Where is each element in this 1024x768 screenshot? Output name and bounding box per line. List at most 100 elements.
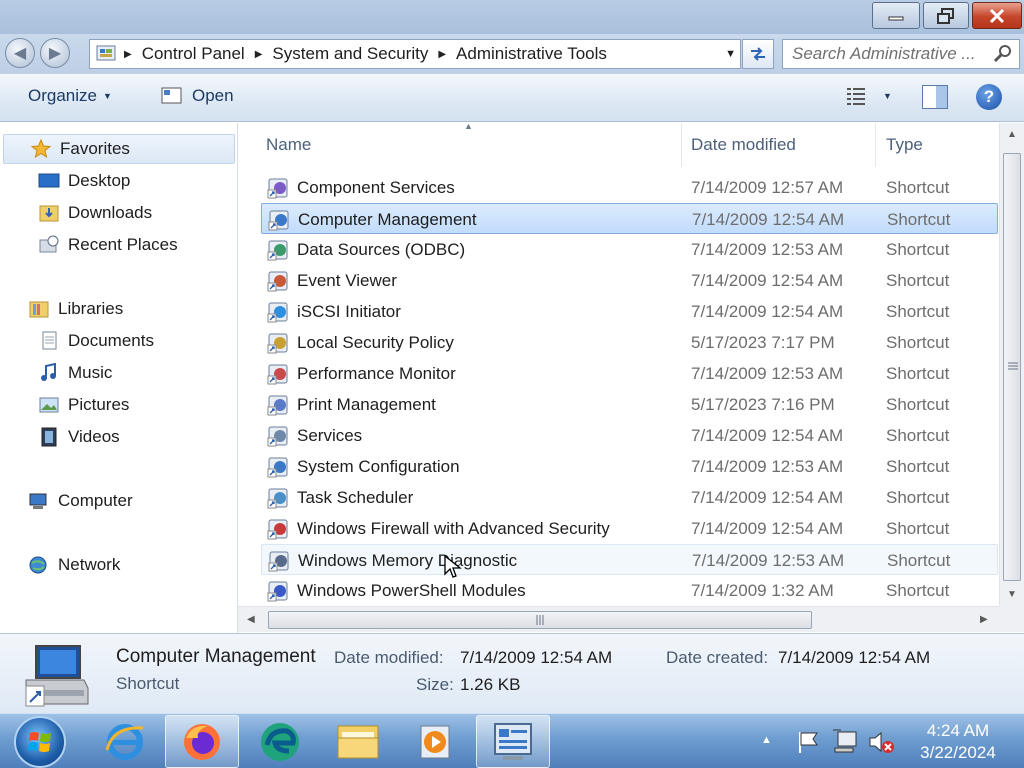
minimize-icon	[888, 16, 904, 20]
horizontal-scroll-thumb[interactable]	[268, 611, 812, 629]
nav-label: Downloads	[68, 203, 153, 222]
horizontal-scrollbar[interactable]: ◀ ▶	[238, 606, 999, 632]
change-view-button[interactable]: ▼	[845, 85, 892, 107]
breadcrumb-control-panel[interactable]: Control Panel	[136, 44, 251, 64]
control-panel-icon	[96, 45, 116, 61]
shortcut-icon	[267, 457, 288, 478]
breadcrumb-administrative-tools[interactable]: Administrative Tools	[450, 44, 613, 64]
breadcrumb-system-and-security[interactable]: System and Security	[266, 44, 434, 64]
file-name: Windows Memory Diagnostic	[298, 551, 518, 570]
details-name: Computer Management	[116, 646, 316, 667]
file-date-modified: 7/14/2009 12:57 AM	[691, 178, 844, 197]
nav-pictures[interactable]: Pictures	[38, 391, 129, 419]
file-row[interactable]: Windows Memory Diagnostic 7/14/2009 12:53…	[261, 544, 998, 575]
breadcrumb-separator-icon[interactable]: ▶	[251, 49, 267, 60]
shortcut-icon	[267, 395, 288, 416]
file-row[interactable]: System Configuration 7/14/2009 12:53 AM Sh…	[261, 451, 998, 482]
file-type: Shortcut	[886, 302, 950, 321]
close-button[interactable]	[972, 2, 1022, 29]
nav-desktop[interactable]: Desktop	[38, 167, 130, 195]
column-header-type[interactable]: Type	[886, 135, 923, 155]
nav-videos[interactable]: Videos	[38, 423, 120, 451]
taskbar-firefox[interactable]	[165, 715, 239, 768]
nav-music[interactable]: Music	[38, 359, 112, 387]
file-date-modified: 7/14/2009 12:54 AM	[691, 488, 844, 507]
mouse-cursor-icon	[444, 555, 462, 578]
organize-button[interactable]: Organize ▼	[28, 86, 112, 106]
scroll-left-icon[interactable]: ◀	[247, 614, 255, 625]
file-type: Shortcut	[886, 178, 950, 197]
column-divider[interactable]	[681, 123, 682, 167]
file-row[interactable]: Windows PowerShell Modules 7/14/2009 1:32…	[261, 575, 998, 606]
file-row[interactable]: Performance Monitor 7/14/2009 12:53 AM Sho…	[261, 358, 998, 389]
nav-recent-places[interactable]: Recent Places	[38, 231, 178, 259]
taskbar-media-player[interactable]	[398, 715, 472, 768]
file-row[interactable]: iSCSI Initiator 7/14/2009 12:54 AM Shortcu…	[261, 296, 998, 327]
file-row[interactable]: Data Sources (ODBC) 7/14/2009 12:53 AM Sho…	[261, 234, 998, 265]
refresh-icon	[751, 47, 765, 61]
back-button[interactable]: ◀	[5, 38, 35, 68]
file-name: Print Management	[297, 395, 436, 414]
breadcrumb-separator-icon[interactable]: ▶	[120, 49, 136, 60]
nav-label: Documents	[68, 331, 154, 350]
network-status-icon[interactable]	[831, 728, 859, 756]
open-button[interactable]: Open	[160, 86, 234, 106]
nav-favorites[interactable]: Favorites	[3, 134, 235, 164]
nav-documents[interactable]: Documents	[38, 327, 154, 355]
file-name: Task Scheduler	[297, 488, 414, 507]
search-input[interactable]	[783, 40, 991, 68]
scroll-up-icon[interactable]: ▲	[1007, 129, 1017, 140]
file-row[interactable]: Services 7/14/2009 12:54 AM Shortcut	[261, 420, 998, 451]
file-row[interactable]: Print Management 5/17/2023 7:16 PM Shortcu…	[261, 389, 998, 420]
minimize-button[interactable]	[872, 2, 920, 29]
forward-button[interactable]: ▶	[40, 38, 70, 68]
file-name: iSCSI Initiator	[297, 302, 401, 321]
show-hidden-icons-icon[interactable]: ▲	[761, 734, 772, 746]
nav-label: Desktop	[68, 171, 131, 190]
control-panel-icon	[494, 722, 532, 760]
nav-computer[interactable]: Computer	[28, 487, 133, 515]
nav-label: Network	[58, 555, 121, 574]
search-icon[interactable]	[993, 44, 1013, 64]
start-button[interactable]	[14, 716, 66, 768]
address-bar[interactable]: ▶ Control Panel ▶ System and Security ▶ …	[89, 39, 741, 69]
taskbar-internet-explorer[interactable]	[88, 715, 162, 768]
nav-network[interactable]: Network	[28, 551, 120, 579]
breadcrumb-separator-icon[interactable]: ▶	[434, 49, 450, 60]
nav-libraries[interactable]: Libraries	[28, 295, 123, 323]
file-row[interactable]: Component Services 7/14/2009 12:57 AM Shor…	[261, 172, 998, 203]
taskbar-edge[interactable]	[243, 715, 317, 768]
nav-label: Music	[68, 363, 113, 382]
internet-explorer-icon	[105, 723, 144, 760]
file-row[interactable]: Task Scheduler 7/14/2009 12:54 AM Shortcut	[261, 482, 998, 513]
file-row[interactable]: Computer Management 7/14/2009 12:54 AM Sho…	[261, 203, 998, 234]
file-type: Shortcut	[886, 581, 950, 600]
chevron-down-icon[interactable]: ▼	[725, 48, 736, 60]
details-view-icon	[847, 88, 865, 105]
vertical-scrollbar[interactable]: ▲ ▼	[999, 123, 1024, 606]
restore-button[interactable]	[923, 2, 969, 29]
nav-downloads[interactable]: Downloads	[38, 199, 152, 227]
scroll-right-icon[interactable]: ▶	[980, 614, 988, 625]
file-row[interactable]: Event Viewer 7/14/2009 12:54 AM Shortcut	[261, 265, 998, 296]
clock[interactable]: 4:24 AM 3/22/2024	[898, 720, 1018, 764]
help-button[interactable]: ?	[976, 84, 1002, 110]
taskbar-control-panel[interactable]	[476, 715, 550, 768]
nav-label: Videos	[68, 427, 120, 446]
file-date-modified: 7/14/2009 12:53 AM	[692, 551, 845, 570]
file-row[interactable]: Windows Firewall with Advanced Security 7…	[261, 513, 998, 544]
refresh-button[interactable]	[742, 39, 774, 69]
scroll-down-icon[interactable]: ▼	[1007, 589, 1017, 600]
taskbar-file-explorer[interactable]	[321, 715, 395, 768]
recent-places-icon	[39, 235, 59, 253]
file-row[interactable]: Local Security Policy 5/17/2023 7:17 PM Sh…	[261, 327, 998, 358]
column-header-name[interactable]: Name	[266, 135, 311, 155]
volume-muted-icon[interactable]	[867, 728, 895, 756]
music-icon	[41, 363, 56, 381]
preview-pane-button[interactable]	[922, 85, 948, 109]
column-header-date-modified[interactable]: Date modified	[691, 135, 796, 155]
vertical-scroll-thumb[interactable]	[1003, 153, 1021, 581]
column-divider[interactable]	[875, 123, 876, 167]
close-icon	[989, 8, 1005, 23]
action-center-flag-icon[interactable]	[795, 729, 821, 755]
